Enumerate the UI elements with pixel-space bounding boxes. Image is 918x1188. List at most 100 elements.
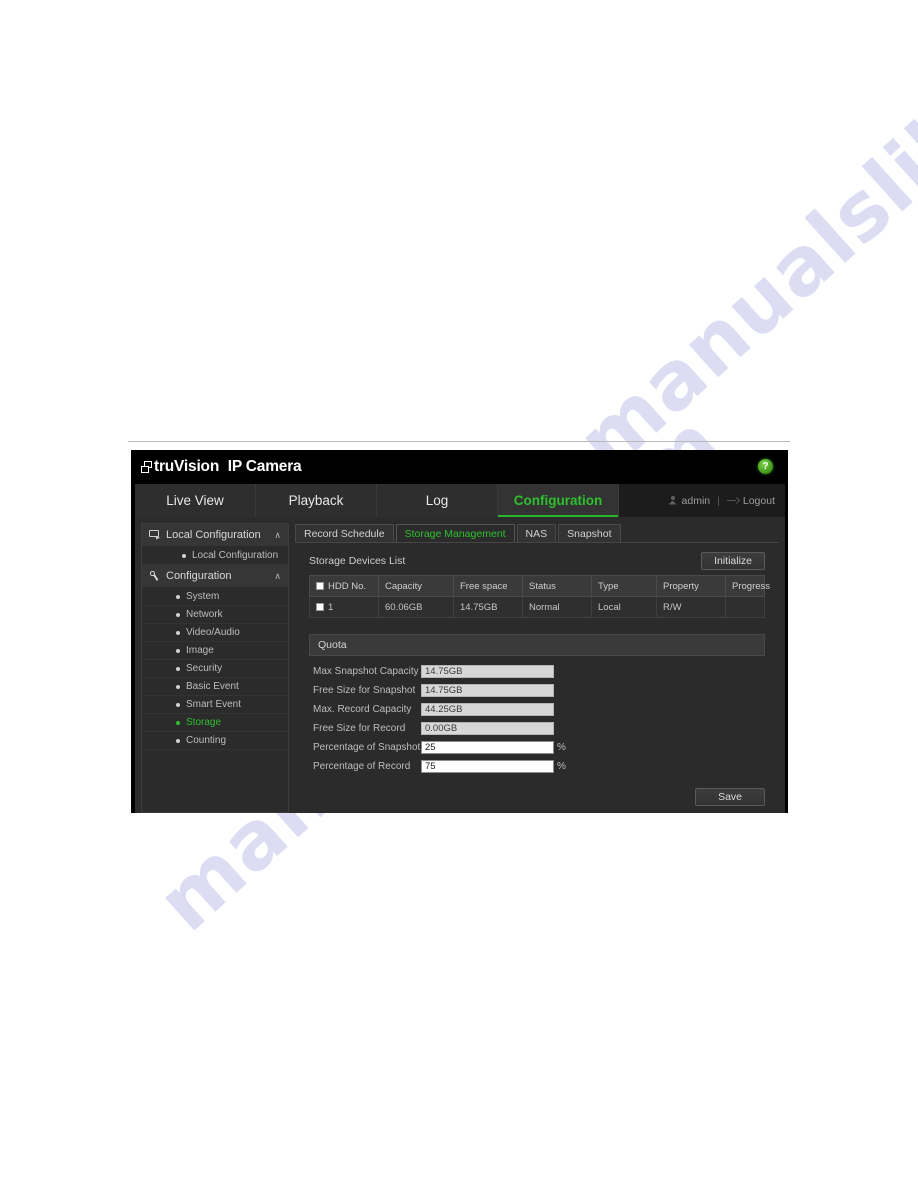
product-logo: truVision IP Camera [141, 458, 302, 476]
logo-product: IP Camera [227, 458, 302, 476]
row-checkbox[interactable] [316, 602, 324, 611]
field-max-snapshot-capacity: Max Snapshot Capacity [309, 662, 765, 681]
bullet-icon [176, 612, 180, 617]
tab-configuration[interactable]: Configuration [498, 484, 619, 517]
sidebar-item-image[interactable]: Image [142, 642, 288, 660]
sidebar-item-local-configuration[interactable]: Local Configuration [142, 547, 288, 565]
chevron-up-icon[interactable]: ∧ [274, 571, 281, 581]
sidebar-item-label: Security [186, 663, 223, 674]
percent-unit-label: % [557, 742, 566, 753]
sidebar-item-smart-event[interactable]: Smart Event [142, 696, 288, 714]
truvision-logo-icon [141, 460, 153, 474]
bullet-icon [176, 648, 180, 653]
content-pane: Record Schedule Storage Management NAS S… [295, 523, 779, 813]
sidebar-item-label: Image [186, 645, 214, 656]
percentage-of-record-input[interactable] [421, 760, 554, 773]
field-percentage-of-snapshot: Percentage of Snapshot % [309, 738, 765, 757]
tab-playback[interactable]: Playback [256, 484, 377, 517]
tab-snapshot[interactable]: Snapshot [558, 524, 621, 542]
logout-icon[interactable] [726, 497, 738, 505]
sidebar-item-basic-event[interactable]: Basic Event [142, 678, 288, 696]
help-icon[interactable]: ? [758, 459, 773, 474]
bullet-icon [176, 738, 180, 743]
field-label: Free Size for Snapshot [313, 685, 416, 696]
field-label: Percentage of Record [313, 761, 411, 772]
sidebar-group-label: Configuration [166, 570, 232, 582]
sidebar-group-local-configuration[interactable]: Local Configuration ∧ [142, 524, 288, 547]
user-separator: | [717, 494, 720, 507]
sidebar-item-label: Basic Event [186, 681, 239, 692]
user-area: admin | Logout [619, 484, 785, 517]
sidebar-navigation: Local Configuration ∧ Local Configuratio… [141, 523, 289, 813]
cell-capacity: 60.06GB [378, 596, 454, 618]
percent-unit-label: % [557, 761, 566, 772]
sidebar-item-system[interactable]: System [142, 588, 288, 606]
current-user-label: admin [681, 494, 711, 507]
select-all-checkbox[interactable] [316, 581, 324, 590]
logo-text: truVision IP Camera [154, 458, 302, 476]
tab-record-schedule[interactable]: Record Schedule [295, 524, 394, 542]
column-header-free-space: Free space [453, 575, 523, 597]
storage-devices-table: HDD No. Capacity Free space Status Type … [309, 575, 770, 618]
bullet-icon [176, 720, 180, 725]
chevron-up-icon[interactable]: ∧ [274, 530, 281, 540]
storage-devices-title: Storage Devices List [309, 555, 406, 567]
percentage-of-snapshot-input[interactable] [421, 741, 554, 754]
initialize-button[interactable]: Initialize [701, 552, 765, 570]
column-header-progress: Progress [725, 575, 770, 597]
user-icon [669, 496, 677, 505]
bullet-icon [176, 630, 180, 635]
sidebar-item-label: Storage [186, 717, 222, 728]
sidebar-item-label: Counting [186, 735, 227, 746]
free-size-for-record-input [421, 722, 554, 735]
sidebar-item-label: Network [186, 609, 223, 620]
sidebar-item-storage[interactable]: Storage [142, 714, 288, 732]
logo-brand: truVision [154, 458, 220, 476]
sidebar-item-security[interactable]: Security [142, 660, 288, 678]
table-header-row: HDD No. Capacity Free space Status Type … [309, 575, 770, 597]
bullet-icon [176, 594, 180, 599]
storage-devices-header: Storage Devices List Initialize [309, 551, 765, 571]
bullet-icon [176, 684, 180, 689]
bullet-icon [176, 702, 180, 707]
cell-type: Local [591, 596, 657, 618]
cell-hdd-no: 1 [309, 596, 379, 618]
max-snapshot-capacity-input [421, 665, 554, 678]
cell-property: R/W [656, 596, 726, 618]
quota-form: Max Snapshot Capacity Free Size for Snap… [309, 662, 765, 776]
cell-free-space: 14.75GB [453, 596, 523, 618]
watermark-text-upper: manualslib.com [560, 0, 918, 490]
tab-nas[interactable]: NAS [516, 524, 557, 542]
bullet-icon [182, 553, 186, 558]
max-record-capacity-input [421, 703, 554, 716]
tab-storage-management[interactable]: Storage Management [395, 524, 515, 542]
column-header-hdd-no: HDD No. [309, 575, 379, 597]
field-label: Free Size for Record [313, 723, 406, 734]
bullet-icon [176, 666, 180, 671]
field-max-record-capacity: Max. Record Capacity [309, 700, 765, 719]
sidebar-item-video-audio[interactable]: Video/Audio [142, 624, 288, 642]
sidebar-group-label: Local Configuration [166, 529, 261, 541]
column-label: HDD No. [328, 580, 367, 592]
tab-log[interactable]: Log [377, 484, 498, 517]
tab-live-view[interactable]: Live View [135, 484, 256, 517]
free-size-for-snapshot-input [421, 684, 554, 697]
column-header-status: Status [522, 575, 592, 597]
sidebar-item-counting[interactable]: Counting [142, 732, 288, 750]
column-header-property: Property [656, 575, 726, 597]
sub-tab-bar: Record Schedule Storage Management NAS S… [295, 523, 779, 543]
table-row[interactable]: 1 60.06GB 14.75GB Normal Local R/W [309, 596, 765, 618]
save-button[interactable]: Save [695, 788, 765, 806]
sidebar-item-label: System [186, 591, 220, 602]
field-free-size-for-record: Free Size for Record [309, 719, 765, 738]
sidebar-item-network[interactable]: Network [142, 606, 288, 624]
field-percentage-of-record: Percentage of Record % [309, 757, 765, 776]
quota-section-header: Quota [309, 634, 765, 656]
sidebar-group-configuration[interactable]: Configuration ∧ [142, 565, 288, 588]
app-header: truVision IP Camera ? [135, 450, 785, 484]
monitor-icon [149, 530, 160, 540]
logout-button[interactable]: Logout [743, 495, 775, 507]
cell-value: 1 [328, 601, 334, 613]
app-body: Local Configuration ∧ Local Configuratio… [135, 517, 785, 813]
panel-footer: Save [295, 776, 779, 806]
